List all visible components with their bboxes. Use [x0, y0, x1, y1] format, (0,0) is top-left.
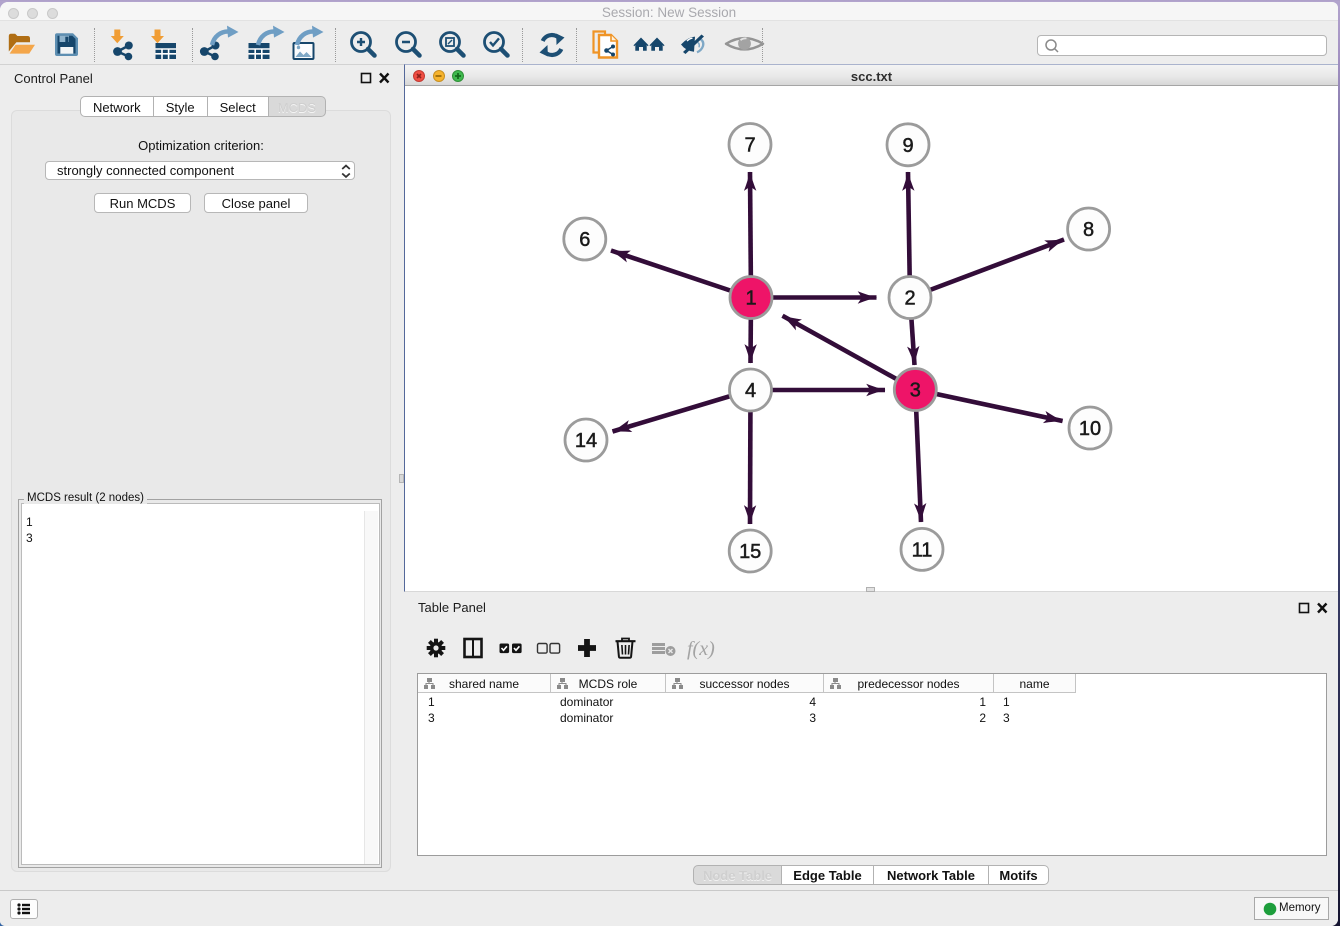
svg-text:3: 3: [910, 380, 921, 402]
svg-text:f(x): f(x): [687, 638, 715, 660]
svg-text:1: 1: [745, 288, 756, 310]
svg-text:4: 4: [745, 380, 756, 402]
svg-text:9: 9: [902, 135, 913, 157]
svg-text:11: 11: [912, 539, 933, 561]
svg-text:10: 10: [1079, 418, 1101, 440]
svg-text:7: 7: [744, 135, 755, 157]
svg-text:14: 14: [575, 430, 597, 452]
svg-text:6: 6: [579, 229, 590, 251]
svg-text:15: 15: [739, 541, 761, 563]
svg-text:2: 2: [904, 288, 915, 310]
svg-text:8: 8: [1083, 219, 1094, 241]
